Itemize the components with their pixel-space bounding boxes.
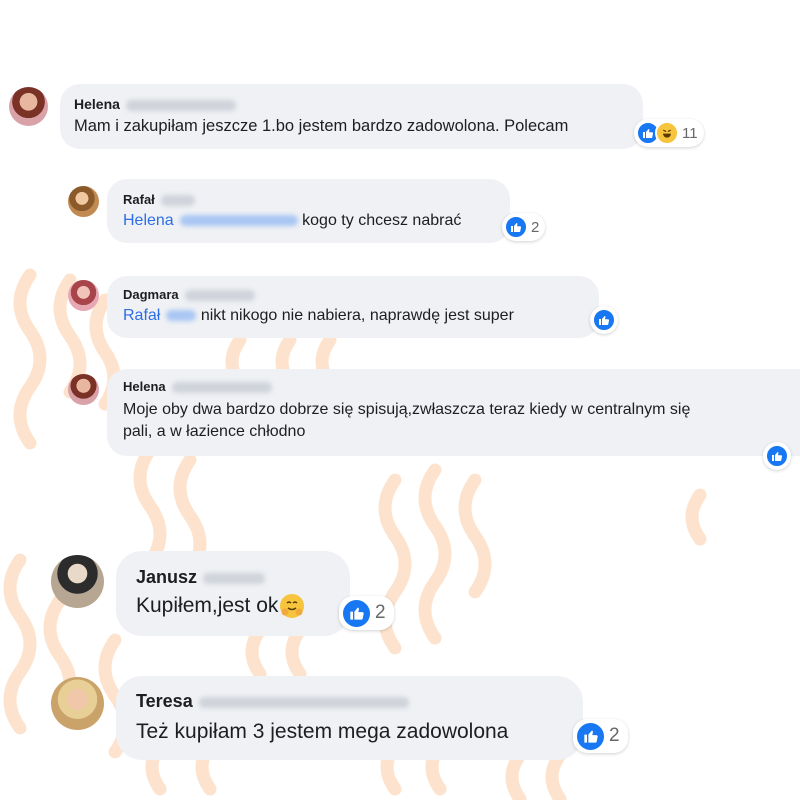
author-name[interactable]: Helena — [123, 378, 166, 395]
author-name[interactable]: Teresa — [136, 690, 193, 712]
blurred-surname — [160, 195, 195, 207]
avatar[interactable] — [51, 677, 104, 730]
author-name[interactable]: Dagmara — [123, 286, 179, 303]
like-icon — [592, 308, 616, 332]
comment-text: Kupiłem,jest ok — [136, 594, 279, 617]
reaction-summary[interactable] — [763, 442, 791, 470]
reaction-count: 11 — [682, 124, 698, 142]
reaction-summary[interactable]: 11 — [634, 119, 704, 147]
like-icon — [765, 444, 789, 468]
comment-text: nikt nikogo nie nabiera, naprawdę jest s… — [200, 307, 514, 324]
reaction-summary[interactable]: 2 — [573, 719, 628, 753]
avatar[interactable] — [51, 555, 104, 608]
reaction-count: 2 — [375, 602, 386, 623]
comment-text: Też kupiłam 3 jestem mega zadowolona — [136, 720, 509, 743]
avatar[interactable] — [68, 374, 99, 405]
blurred-surname — [171, 382, 272, 394]
reaction-count: 2 — [609, 725, 620, 746]
comment-bubble: Dagmara Rafał nikt nikogo nie nabiera, n… — [107, 276, 599, 338]
blurred-surname — [203, 572, 266, 584]
haha-icon — [655, 121, 679, 145]
comment-text-line-1: Moje oby dwa bardzo dobrze się spisują,z… — [123, 401, 691, 418]
avatar[interactable] — [9, 87, 48, 126]
author-name[interactable]: Janusz — [136, 566, 197, 588]
like-icon — [575, 720, 606, 752]
author-name[interactable]: Rafał — [123, 191, 155, 208]
comment-text: Mam i zakupiłam jeszcze 1.bo jestem bard… — [74, 117, 569, 135]
like-icon — [341, 597, 372, 629]
blurred-mention-surname — [179, 215, 298, 227]
hugging-face-icon — [280, 594, 305, 619]
reaction-summary[interactable] — [590, 306, 618, 334]
reaction-summary[interactable]: 2 — [502, 213, 546, 241]
comment-text-line-2: pali, a w łazience chłodno — [123, 423, 306, 440]
comment-bubble: Janusz Kupiłem,jest ok — [116, 551, 350, 636]
comment-bubble: Helena Moje oby dwa bardzo dobrze się sp… — [107, 369, 800, 456]
reaction-summary[interactable]: 2 — [339, 596, 394, 630]
blurred-surname — [198, 696, 409, 708]
like-icon — [504, 215, 528, 239]
reaction-count: 2 — [531, 218, 540, 236]
avatar[interactable] — [68, 186, 99, 217]
blurred-surname — [125, 99, 236, 111]
comment-bubble: Rafał Helena kogo ty chcesz nabrać — [107, 179, 510, 243]
mention-link[interactable]: Helena — [123, 212, 174, 229]
avatar[interactable] — [68, 280, 99, 311]
blurred-mention-surname — [166, 310, 197, 322]
blurred-surname — [184, 290, 255, 302]
comment-text: kogo ty chcesz nabrać — [302, 212, 462, 229]
author-name[interactable]: Helena — [74, 95, 120, 113]
comment-bubble: Helena Mam i zakupiłam jeszcze 1.bo jest… — [60, 84, 643, 149]
comment-bubble: Teresa Też kupiłam 3 jestem mega zadowol… — [116, 676, 583, 760]
mention-link[interactable]: Rafał — [123, 307, 160, 324]
